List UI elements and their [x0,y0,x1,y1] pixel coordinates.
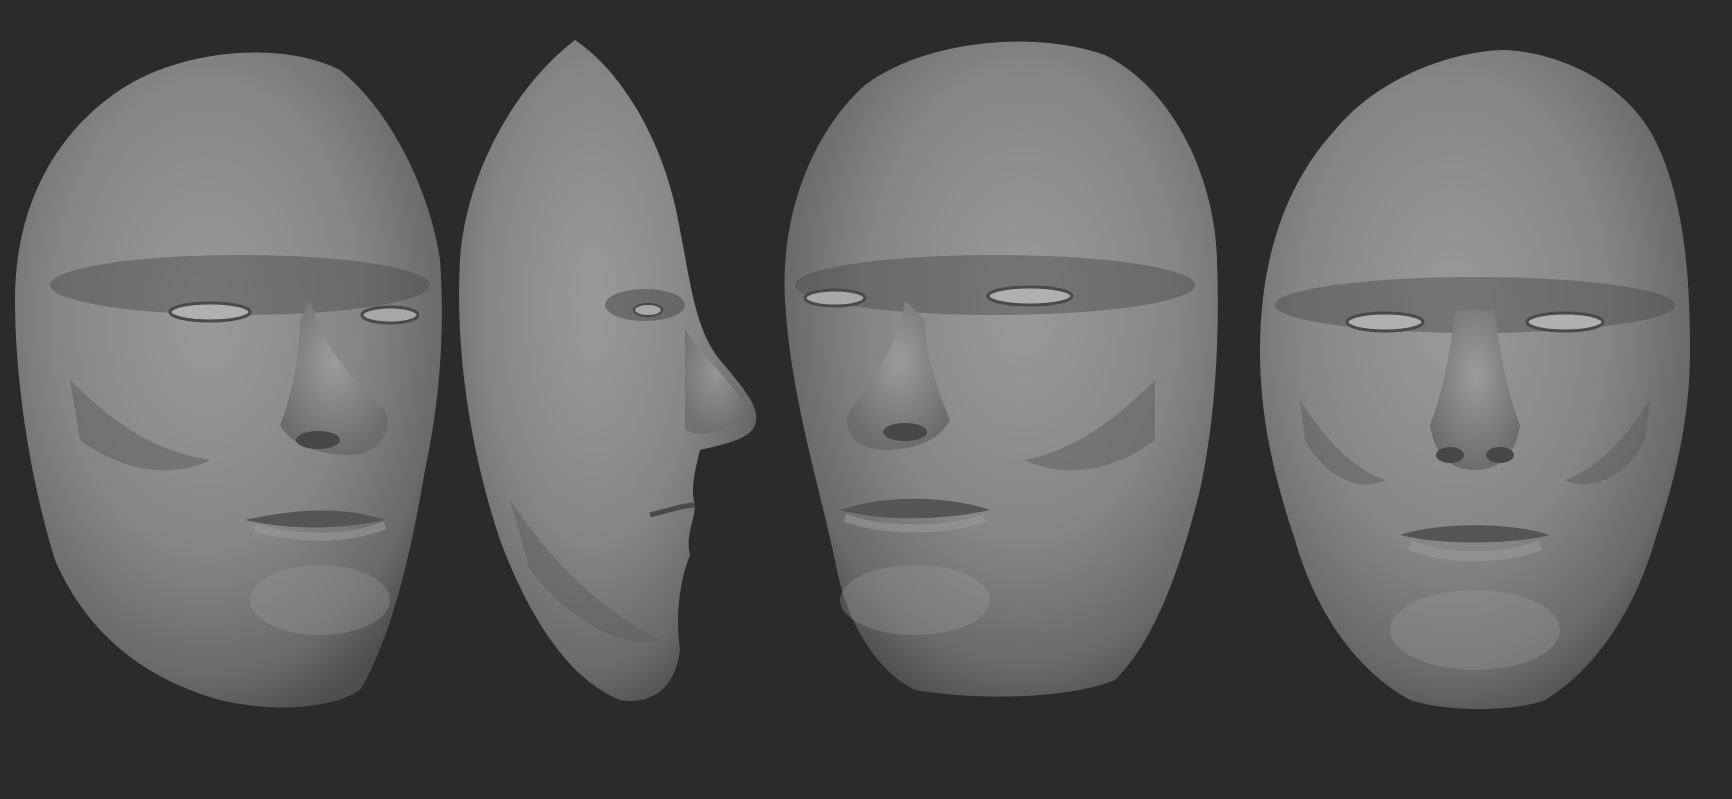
profile-eye [633,303,663,317]
right-eye [360,305,420,325]
face-view-three-quarter-right [784,41,1218,697]
face-view-three-quarter-left [15,52,442,708]
face-view-front [1260,50,1690,709]
right-eye [986,285,1074,307]
face-view-profile [459,40,757,701]
left-eye [1345,311,1425,333]
left-eye [168,301,252,323]
left-eye [803,288,867,308]
sculpt-viewport [0,0,1732,799]
right-eye [1525,311,1605,333]
